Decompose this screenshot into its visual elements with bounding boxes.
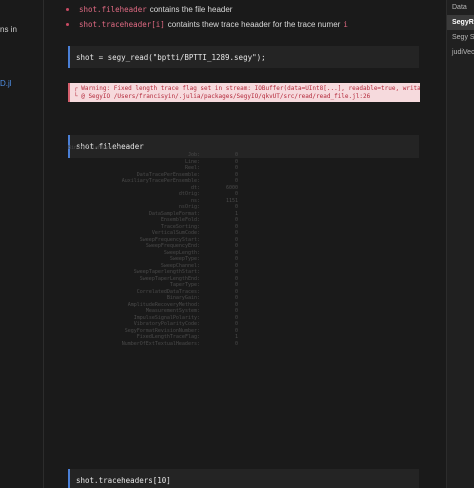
- list-item: shot.traceheader[i] containts thew trace…: [66, 17, 348, 32]
- right-sidebar-toc: DataSegyReSegy SjudiVec: [446, 0, 474, 488]
- output-key: NumberOfExtTextualHeaders:: [121, 340, 200, 347]
- code-cell-read[interactable]: shot = segy_read("bptti/BPTTI_1289.segy"…: [68, 46, 419, 68]
- list-item-text: containts thew trace heaader for the tra…: [167, 20, 341, 29]
- bullet-dot-icon: [66, 8, 69, 11]
- output-value: 0: [234, 340, 238, 347]
- output-row: NumberOfExtTextualHeaders: 0: [68, 341, 268, 348]
- fileheader-output: BinaryFileHeader: Job: 0 Line: 0 Reel: 0 DataT…: [68, 145, 268, 347]
- list-item: shot.fileheader contains the file header: [66, 2, 348, 17]
- inline-code: i: [343, 20, 348, 29]
- toc-item[interactable]: Data: [447, 0, 474, 15]
- output-header: BinaryFileHeader:: [68, 145, 120, 151]
- toc-item[interactable]: SegyRe: [447, 15, 474, 30]
- warning-line: ┌ Warning: Fixed length trace flag set i…: [74, 85, 420, 92]
- notebook-main: shot.fileheader contains the file header…: [44, 0, 446, 488]
- warning-output: ┌ Warning: Fixed length trace flag set i…: [68, 83, 420, 102]
- inline-code: shot.traceheader[i]: [79, 20, 165, 29]
- code-text: shot = segy_read("bptti/BPTTI_1289.segy"…: [76, 52, 266, 62]
- inline-code: shot.fileheader: [79, 5, 147, 14]
- warning-line: └ @ SegyIO /Users/francisyin/.julia/pack…: [74, 93, 371, 100]
- left-sidebar-link[interactable]: D.jl: [0, 79, 12, 88]
- left-sidebar: ns in D.jl: [0, 0, 44, 488]
- bullet-list: shot.fileheader contains the file header…: [66, 2, 348, 32]
- code-text: shot.traceheaders[10]: [76, 475, 171, 485]
- list-item-text: contains the file header: [149, 5, 233, 14]
- bullet-dot-icon: [66, 23, 69, 26]
- toc-item[interactable]: Segy S: [447, 30, 474, 45]
- toc-item[interactable]: judiVec: [447, 45, 474, 60]
- code-cell-traceheaders[interactable]: shot.traceheaders[10]: [68, 469, 419, 488]
- left-sidebar-text: ns in: [0, 25, 17, 34]
